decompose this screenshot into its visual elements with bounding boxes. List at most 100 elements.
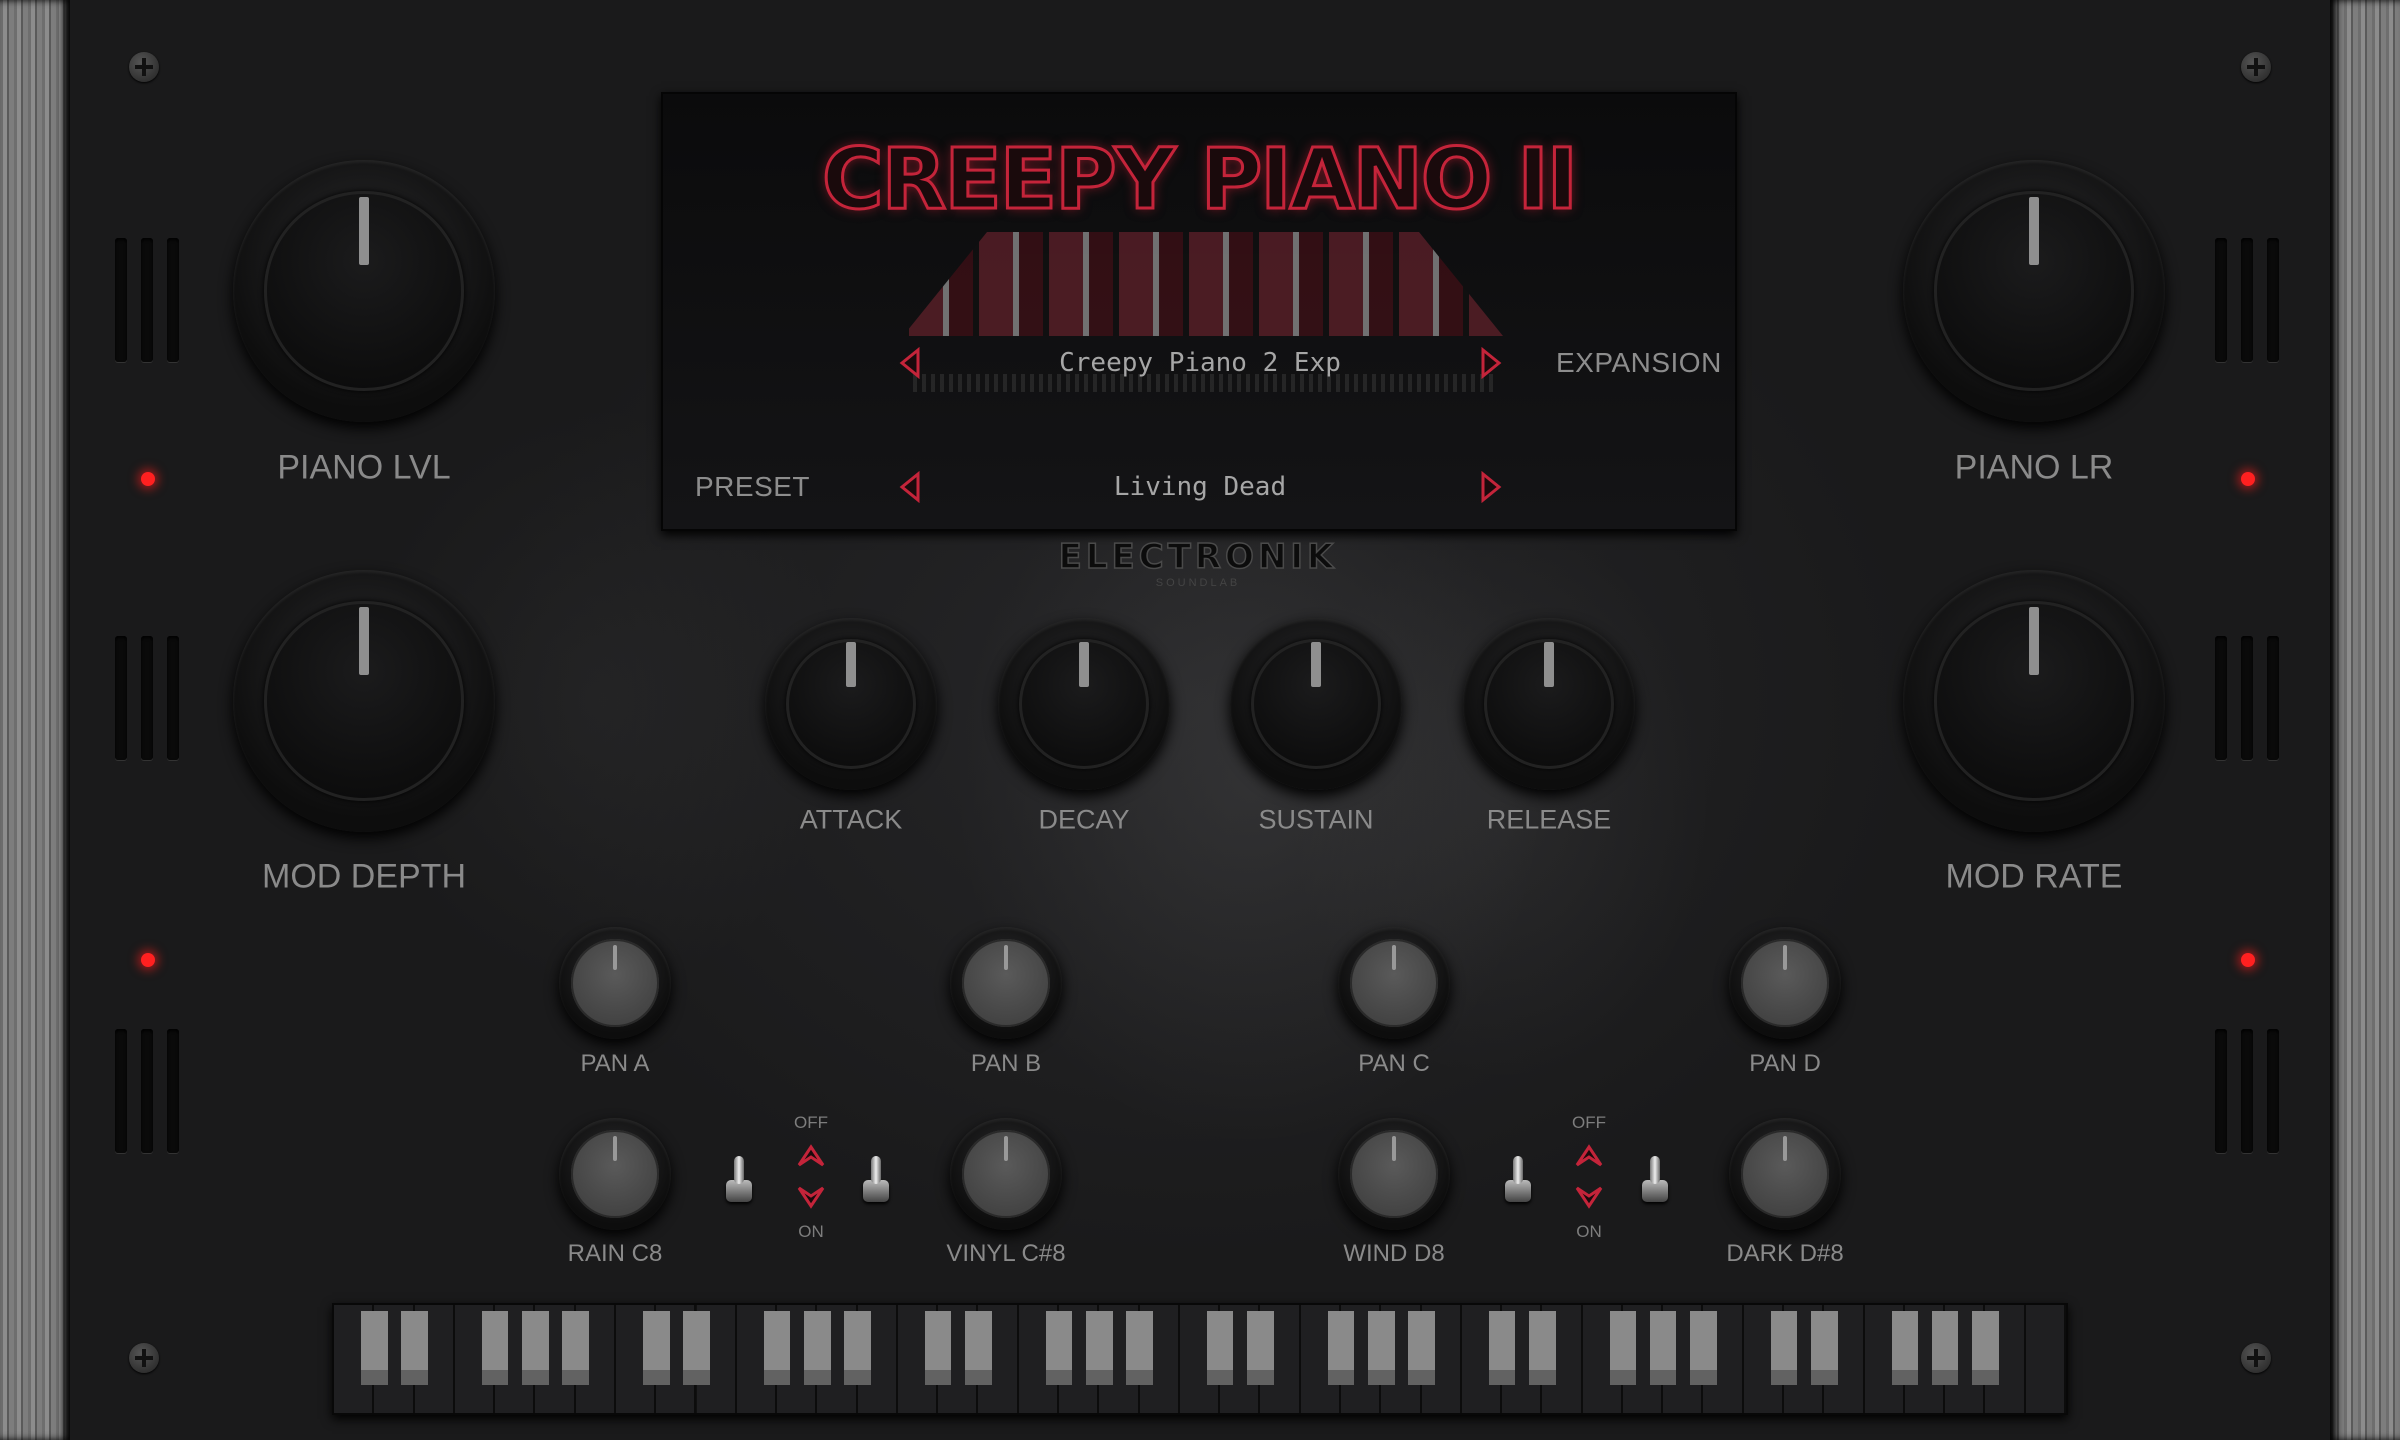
black-key[interactable] — [965, 1311, 992, 1385]
knob-indicator — [1004, 944, 1008, 970]
black-key[interactable] — [1126, 1311, 1153, 1385]
expansion-next-arrow-icon[interactable] — [1479, 347, 1503, 379]
toggle-switch-3[interactable] — [1503, 1156, 1533, 1202]
pan-c-knob[interactable] — [1338, 927, 1450, 1039]
black-key[interactable] — [763, 1311, 791, 1385]
black-key[interactable] — [1891, 1311, 1919, 1385]
chevron-up-icon[interactable] — [1574, 1141, 1604, 1169]
knob-indicator — [2029, 606, 2039, 675]
led-indicator — [2241, 472, 2255, 486]
switch-on-label: ON — [1576, 1222, 1602, 1241]
wind-d8-knob[interactable] — [1338, 1118, 1450, 1230]
vinyl-csharp8-label: VINYL C#8 — [946, 1240, 1066, 1267]
black-key[interactable] — [683, 1311, 710, 1385]
vinyl-csharp8-knob[interactable] — [950, 1118, 1062, 1230]
piano-lr-knob[interactable] — [1903, 160, 2165, 422]
black-key[interactable] — [360, 1311, 388, 1385]
white-key[interactable] — [2025, 1305, 2066, 1413]
toggle-lever — [871, 1156, 881, 1184]
black-key[interactable] — [924, 1311, 952, 1385]
decay-knob[interactable] — [998, 618, 1170, 790]
knob-indicator — [1311, 642, 1321, 687]
preset-label: PRESET — [695, 471, 811, 502]
brand-logo: ELECTRONIK SOUNDLAB — [1058, 536, 1338, 589]
screw-icon — [2241, 1343, 2271, 1373]
black-key[interactable] — [1690, 1311, 1717, 1385]
chevron-up-icon[interactable] — [796, 1141, 826, 1169]
preset-display: CREEPY PIANO II Creepy Piano 2 Exp EXPAN… — [661, 92, 1737, 531]
black-key[interactable] — [1770, 1311, 1798, 1385]
black-key[interactable] — [1408, 1311, 1435, 1385]
dark-dsharp8-knob[interactable] — [1729, 1118, 1841, 1230]
sustain-knob[interactable] — [1230, 618, 1402, 790]
black-key[interactable] — [1247, 1311, 1274, 1385]
pan-c-label: PAN C — [1358, 1050, 1430, 1077]
wind-d8-label: WIND D8 — [1343, 1240, 1445, 1267]
mod-depth-knob[interactable] — [233, 570, 495, 832]
black-key[interactable] — [1811, 1311, 1838, 1385]
chevron-down-icon[interactable] — [1574, 1184, 1604, 1212]
black-key[interactable] — [1045, 1311, 1073, 1385]
knob-indicator — [846, 642, 856, 687]
knob-indicator — [1783, 944, 1787, 970]
black-key[interactable] — [1529, 1311, 1556, 1385]
preset-prev-arrow-icon[interactable] — [898, 471, 922, 503]
black-key[interactable] — [804, 1311, 831, 1385]
black-key[interactable] — [1206, 1311, 1234, 1385]
product-title-logo: CREEPY PIANO II — [820, 129, 1579, 230]
black-key[interactable] — [562, 1311, 589, 1385]
black-key[interactable] — [1649, 1311, 1677, 1385]
black-key[interactable] — [1086, 1311, 1113, 1385]
black-key[interactable] — [1327, 1311, 1355, 1385]
expansion-label: EXPANSION — [1556, 347, 1722, 378]
black-key[interactable] — [481, 1311, 509, 1385]
brand-subname: SOUNDLAB — [1155, 577, 1241, 589]
knob-indicator — [359, 606, 369, 675]
black-key[interactable] — [1931, 1311, 1959, 1385]
decay-label: DECAY — [1038, 804, 1130, 835]
black-key[interactable] — [642, 1311, 670, 1385]
black-key[interactable] — [844, 1311, 871, 1385]
black-key[interactable] — [401, 1311, 428, 1385]
pan-a-label: PAN A — [580, 1050, 650, 1077]
rain-c8-label: RAIN C8 — [567, 1240, 663, 1267]
piano-lvl-knob[interactable] — [233, 160, 495, 422]
pan-d-label: PAN D — [1749, 1050, 1821, 1077]
vent-grille — [2215, 636, 2279, 760]
attack-knob[interactable] — [765, 618, 937, 790]
knob-indicator — [1544, 642, 1554, 687]
knob-indicator — [1392, 944, 1396, 970]
mod-rate-label: MOD RATE — [1945, 857, 2123, 896]
attack-label: ATTACK — [799, 804, 903, 835]
vent-grille — [115, 636, 179, 760]
knob-indicator — [359, 196, 369, 265]
vent-grille — [115, 1029, 179, 1153]
knob-indicator — [1004, 1135, 1008, 1161]
chevron-down-icon[interactable] — [796, 1184, 826, 1212]
preset-next-arrow-icon[interactable] — [1479, 471, 1503, 503]
black-key[interactable] — [1488, 1311, 1516, 1385]
toggle-switch-2[interactable] — [861, 1156, 891, 1202]
knob-indicator — [2029, 196, 2039, 265]
switch-off-label: OFF — [1572, 1113, 1606, 1132]
toggle-switch-4[interactable] — [1640, 1156, 1670, 1202]
black-key[interactable] — [1972, 1311, 1999, 1385]
release-knob[interactable] — [1463, 618, 1635, 790]
pan-a-knob[interactable] — [559, 927, 671, 1039]
black-key[interactable] — [1609, 1311, 1637, 1385]
toggle-lever — [1513, 1156, 1523, 1184]
mod-rate-knob[interactable] — [1903, 570, 2165, 832]
screw-icon — [129, 1343, 159, 1373]
toggle-lever — [734, 1156, 744, 1184]
switch-on-label: ON — [798, 1222, 824, 1241]
pan-d-knob[interactable] — [1729, 927, 1841, 1039]
piano-lvl-label: PIANO LVL — [277, 448, 451, 487]
black-key[interactable] — [522, 1311, 549, 1385]
expansion-prev-arrow-icon[interactable] — [898, 347, 922, 379]
toggle-switch-1[interactable] — [724, 1156, 754, 1202]
rain-c8-knob[interactable] — [559, 1118, 671, 1230]
knob-indicator — [613, 944, 617, 970]
black-key[interactable] — [1367, 1311, 1395, 1385]
piano-keyboard[interactable] — [332, 1303, 2068, 1415]
pan-b-knob[interactable] — [950, 927, 1062, 1039]
